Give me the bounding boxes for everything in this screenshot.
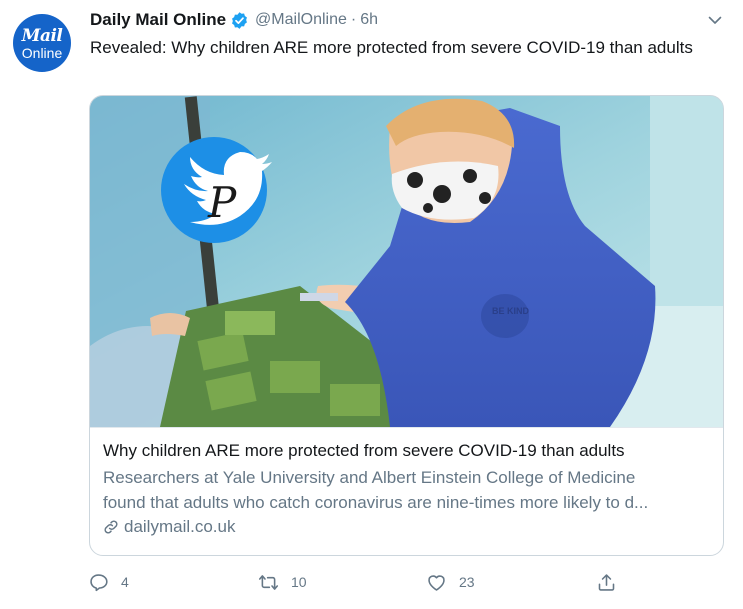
verified-badge-icon [232,11,247,29]
tweet[interactable]: Mail Online Daily Mail Online @MailOnlin… [0,0,743,609]
author-handle[interactable]: @MailOnline [255,11,347,29]
avatar-logo-line1: Mail [21,26,63,46]
svg-text:BE KIND: BE KIND [492,306,530,316]
header-separator: · [350,11,357,28]
watermark-letter: P [207,178,237,227]
tweet-text: Revealed: Why children ARE more protecte… [90,38,693,57]
avatar[interactable]: Mail Online [13,14,71,72]
retweet-icon [258,574,279,590]
author-name[interactable]: Daily Mail Online [90,10,226,30]
card-description: Researchers at Yale University and Alber… [103,465,713,515]
card-description-line: found that adults who catch coronavirus … [103,493,649,512]
avatar-logo-line2: Online [21,45,63,61]
card-body[interactable]: Why children ARE more protected from sev… [90,427,723,555]
card-image[interactable]: BE KIND P [90,96,723,427]
link-card[interactable]: BE KIND P Why children ARE more protecte… [89,95,724,556]
reply-count: 4 [121,574,129,590]
tweet-header: Daily Mail Online @MailOnline · 6h [90,8,378,32]
card-title: Why children ARE more protected from sev… [103,441,625,460]
like-count: 23 [459,574,475,590]
reply-button[interactable]: 4 [88,566,129,598]
share-button[interactable] [596,566,617,598]
tweet-actions: 4 10 23 [0,566,743,598]
reply-icon [90,573,108,591]
share-icon [598,573,615,591]
heart-icon [428,574,445,591]
tweet-timestamp[interactable]: 6h [360,11,378,29]
card-description-line: Researchers at Yale University and Alber… [103,468,636,487]
retweet-count: 10 [291,574,307,590]
card-domain-text: dailymail.co.uk [124,517,236,536]
card-domain[interactable]: dailymail.co.uk [103,517,236,537]
link-icon [104,520,118,534]
chevron-down-icon[interactable] [707,12,723,28]
retweet-button[interactable]: 10 [258,566,307,598]
like-button[interactable]: 23 [426,566,475,598]
